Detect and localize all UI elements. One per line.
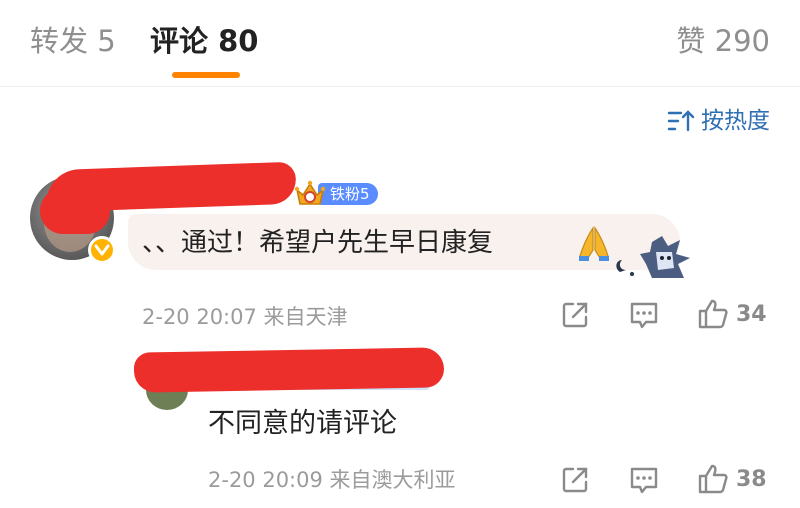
- share-icon: [562, 302, 588, 328]
- comment-location: 来自天津: [263, 305, 348, 329]
- comment-icon: [630, 302, 658, 329]
- bubble-decoration-icon: [616, 236, 690, 278]
- comment-meta: 2-20 20:07 来自天津: [142, 302, 348, 332]
- active-tab-indicator: [172, 72, 240, 78]
- fan-badge-label: 铁粉5: [318, 183, 378, 205]
- like-count: 34: [736, 301, 767, 327]
- like-button[interactable]: 34: [696, 297, 767, 331]
- reply-button[interactable]: [628, 300, 660, 330]
- comment-text: 、、通过！希望户先生早日康复: [142, 228, 494, 258]
- tab-repost[interactable]: 转发 5: [30, 20, 116, 62]
- verified-badge-icon: [88, 236, 116, 264]
- reply-location: 来自澳大利亚: [329, 468, 456, 492]
- thumbs-up-icon: [698, 299, 728, 329]
- reply-comment-button[interactable]: [628, 465, 660, 495]
- pray-hands-icon: [579, 226, 609, 261]
- share-icon: [562, 467, 588, 493]
- share-button[interactable]: [560, 300, 590, 330]
- sort-by-hot-button[interactable]: 按热度: [667, 104, 770, 138]
- reply-text: 不同意的请评论: [208, 408, 397, 439]
- redacted-reply-username: [133, 347, 445, 393]
- reply-meta: 2-20 20:09 来自澳大利亚: [208, 465, 456, 495]
- reply-like-count: 38: [736, 466, 767, 492]
- reply-share-button[interactable]: [560, 465, 590, 495]
- sort-label: 按热度: [701, 108, 770, 134]
- tab-likes[interactable]: 赞 290: [676, 20, 770, 62]
- sort-icon: [667, 110, 695, 132]
- thumbs-up-icon: [698, 464, 728, 494]
- tab-comments[interactable]: 评论 80: [150, 20, 258, 62]
- fan-level-badge: 铁粉5: [294, 180, 378, 207]
- tab-divider: [0, 86, 800, 87]
- redacted-avatar-mark: [40, 188, 110, 234]
- reply-like-button[interactable]: 38: [696, 462, 767, 496]
- comment-icon: [630, 467, 658, 494]
- crown-icon: [294, 180, 326, 205]
- reply-time: 2-20 20:09: [208, 468, 323, 492]
- comment-time: 2-20 20:07: [142, 305, 257, 329]
